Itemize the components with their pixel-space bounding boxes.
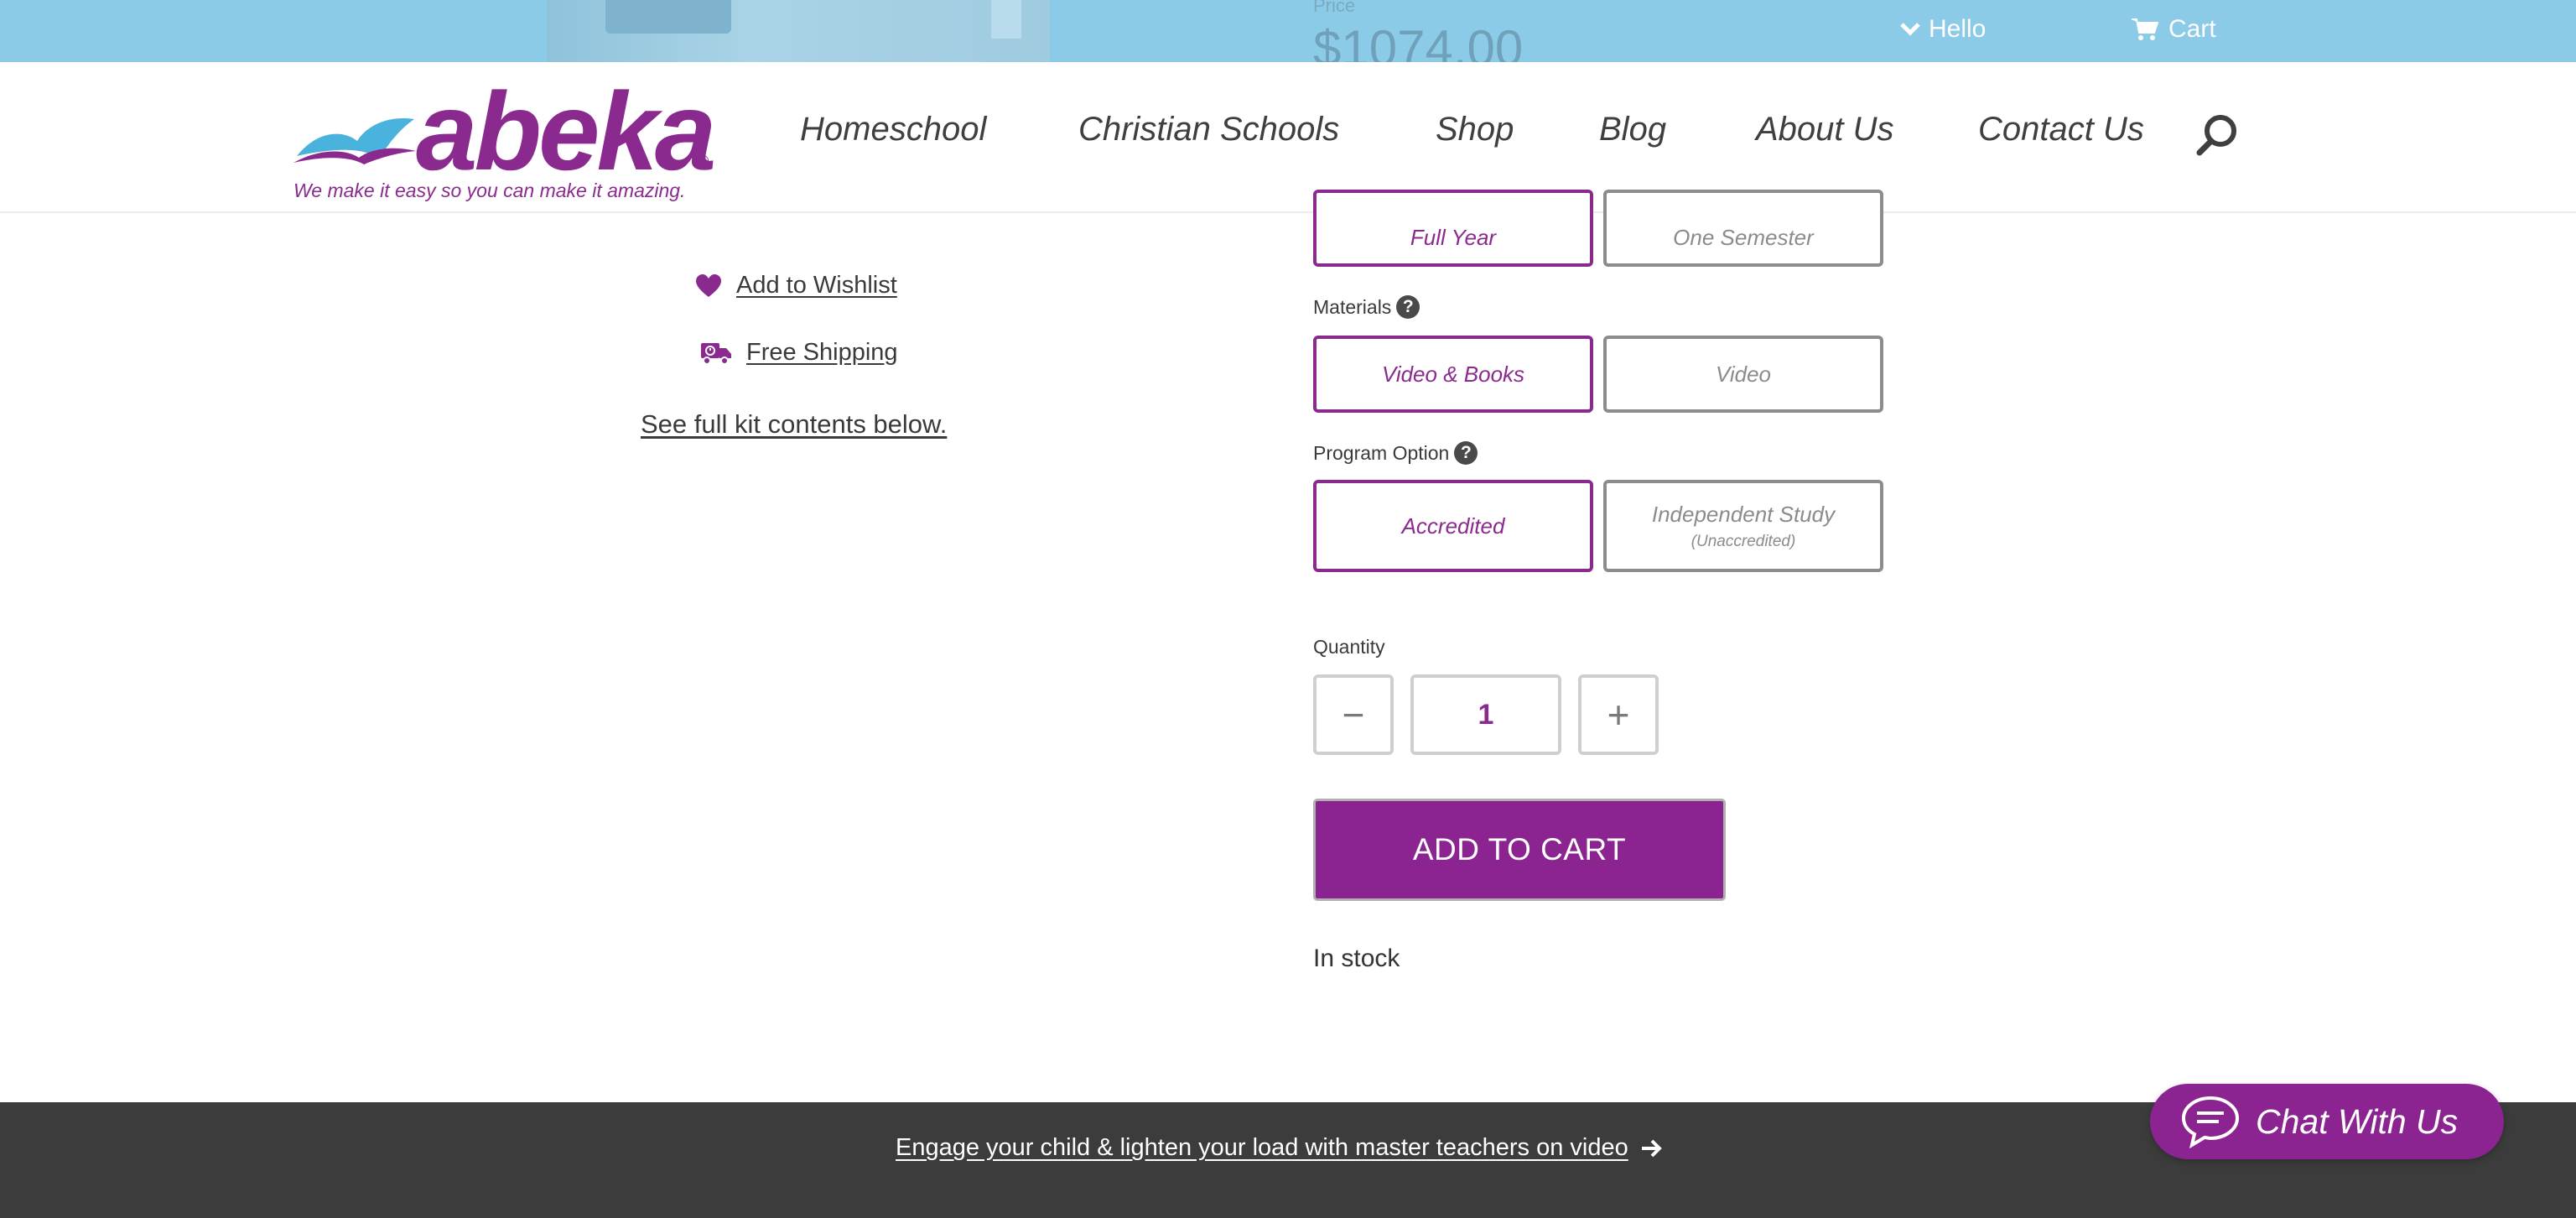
chat-with-us-button[interactable]: Chat With Us (2150, 1084, 2504, 1159)
stock-status: In stock (1313, 945, 1400, 972)
option-label: One Semester (1673, 224, 1814, 250)
logo-wordmark: abeka (416, 70, 716, 193)
program-option-label-row: Program Option ? (1313, 441, 1478, 465)
help-icon[interactable]: ? (1454, 441, 1478, 465)
price-label: Price (1313, 0, 1356, 16)
wishlist-label: Add to Wishlist (736, 272, 897, 299)
promo-banner-label: Engage your child & lighten your load wi… (896, 1134, 1628, 1161)
book-logo-icon (293, 118, 416, 164)
heart-icon (696, 273, 721, 297)
logo-tagline: We make it easy so you can make it amazi… (293, 180, 686, 201)
add-to-cart-button[interactable]: ADD TO CART (1313, 799, 1726, 901)
abeka-logo[interactable]: abeka ® We make it easy so you can make … (292, 70, 716, 203)
option-accredited[interactable]: Accredited (1313, 480, 1593, 572)
quantity-label-text: Quantity (1313, 636, 1385, 658)
option-label: Video & Books (1381, 361, 1525, 387)
option-sublabel: (Unaccredited) (1690, 532, 1796, 550)
option-label: Independent Study (1651, 501, 1836, 527)
registered-mark: ® (698, 153, 709, 169)
product-image-detail (991, 0, 1021, 39)
account-menu-label: Hello (1929, 15, 1987, 43)
account-menu[interactable]: Hello (1900, 15, 1986, 44)
chevron-down-icon (1900, 23, 1920, 36)
quantity-input-box[interactable] (1410, 674, 1561, 755)
quantity-increase-button[interactable]: + (1578, 674, 1659, 755)
free-shipping-label: Free Shipping (746, 339, 898, 366)
nav-shop[interactable]: Shop (1436, 111, 1514, 148)
quantity-input[interactable] (1414, 697, 1558, 732)
nav-contact-us[interactable]: Contact Us (1978, 111, 2144, 148)
top-utility-bar: Price $1074.00 Hello Cart (0, 0, 2576, 74)
option-video-books[interactable]: Video & Books (1313, 336, 1593, 413)
nav-homeschool[interactable]: Homeschool (800, 111, 986, 148)
minus-icon: − (1342, 693, 1365, 737)
nav-about-us[interactable]: About Us (1756, 111, 1894, 148)
option-one-semester[interactable]: One Semester (1603, 190, 1883, 267)
option-video[interactable]: Video (1603, 336, 1883, 413)
chat-label: Chat With Us (2256, 1101, 2459, 1141)
materials-label-row: Materials ? (1313, 295, 1420, 319)
quantity-label: Quantity (1313, 636, 1385, 658)
nav-blog[interactable]: Blog (1599, 111, 1666, 148)
help-icon[interactable]: ? (1396, 295, 1420, 319)
product-image-detail (605, 0, 731, 34)
plus-icon: + (1607, 693, 1630, 737)
cart-link[interactable]: Cart (2132, 15, 2216, 44)
search-icon[interactable] (2195, 112, 2241, 158)
kit-contents-label: See full kit contents below. (641, 409, 948, 439)
materials-label: Materials (1313, 295, 1392, 318)
shopping-cart-icon (2132, 18, 2158, 40)
kit-contents-link[interactable]: See full kit contents below. (641, 409, 947, 440)
option-full-year[interactable]: Full Year (1313, 190, 1593, 267)
nav-christian-schools[interactable]: Christian Schools (1078, 111, 1339, 148)
delivery-truck-icon (701, 342, 731, 365)
site-header: abeka ® We make it easy so you can make … (0, 62, 2576, 213)
option-label: Video (1715, 361, 1772, 387)
quantity-decrease-button[interactable]: − (1313, 674, 1394, 755)
cart-label: Cart (2168, 15, 2216, 43)
product-image-peek (547, 0, 1050, 62)
program-option-label: Program Option (1313, 441, 1450, 464)
promo-banner-link[interactable]: Engage your child & lighten your load wi… (896, 1134, 1662, 1162)
chat-bubble-icon (2181, 1096, 2240, 1148)
option-label: Accredited (1401, 513, 1505, 539)
free-shipping-link[interactable]: Free Shipping (701, 339, 898, 367)
add-to-wishlist-link[interactable]: Add to Wishlist (696, 272, 897, 299)
arrow-right-icon (1641, 1139, 1662, 1157)
option-independent-study[interactable]: Independent Study (Unaccredited) (1603, 480, 1883, 572)
option-label: Full Year (1410, 224, 1497, 250)
